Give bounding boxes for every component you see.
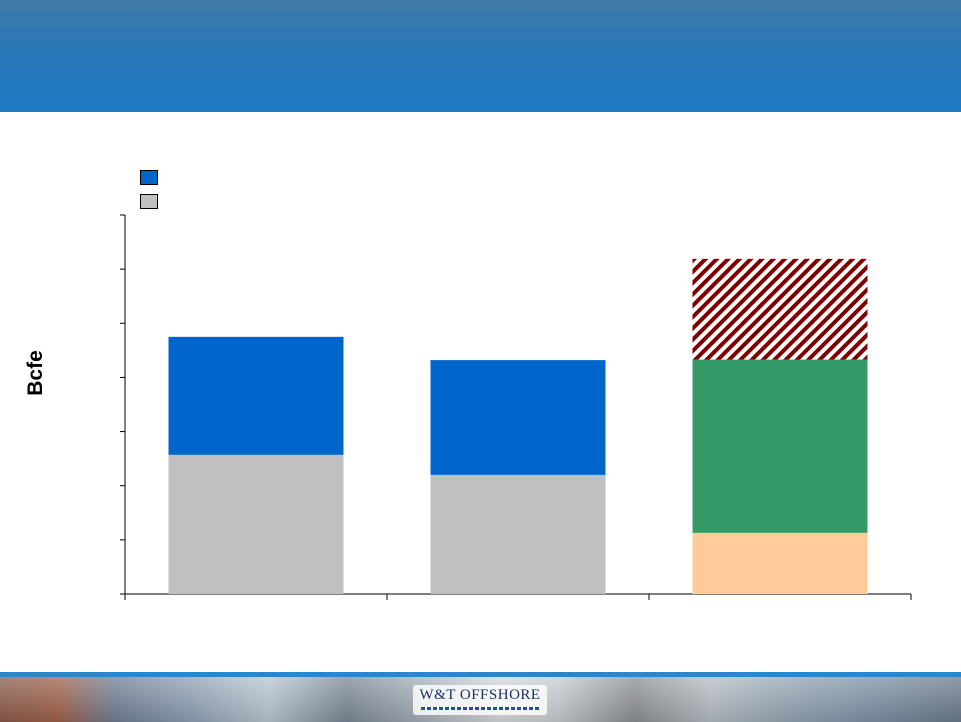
bar-segment-3-3 xyxy=(692,532,868,594)
logo-text: W&T OFFSHORE xyxy=(419,687,541,703)
bar-segment-2-1 xyxy=(430,474,606,594)
bar-segment-2-2 xyxy=(430,360,606,475)
stacked-bar-chart xyxy=(120,214,912,600)
bar-segment-3-4 xyxy=(692,359,868,533)
logo-underline xyxy=(421,707,539,710)
bar-segment-1-1 xyxy=(168,454,344,594)
company-logo: W&T OFFSHORE xyxy=(413,685,547,715)
bar-segment-3-5 xyxy=(692,258,868,360)
bar-segment-1-2 xyxy=(168,336,344,455)
